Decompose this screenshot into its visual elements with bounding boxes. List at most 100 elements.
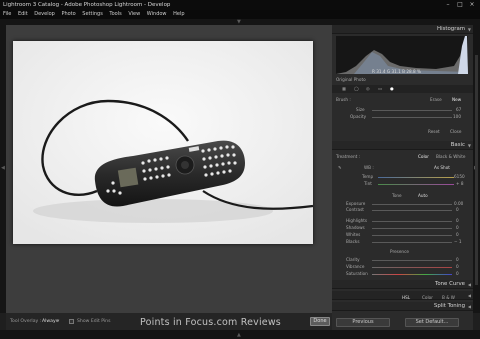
size-label: Size xyxy=(356,107,365,112)
size-slider[interactable] xyxy=(372,110,452,111)
photo-preview[interactable] xyxy=(13,41,313,244)
tone-label: Tone xyxy=(392,193,402,198)
menu-help[interactable]: Help xyxy=(173,11,184,17)
collapse-icon[interactable]: ▼ xyxy=(468,141,471,150)
menu-view[interactable]: View xyxy=(128,11,140,17)
right-panel: Histogram ▼ R 31.4 G 31.1 B 28.8 % Origi… xyxy=(332,25,473,313)
exposure-slider[interactable] xyxy=(372,204,452,205)
menu-settings[interactable]: Settings xyxy=(82,11,103,17)
expand-icon[interactable]: ◀ xyxy=(468,280,471,289)
remote-trigger-photo xyxy=(13,41,313,244)
clarity-slider[interactable] xyxy=(372,260,452,261)
hsl-tab[interactable]: HSL xyxy=(402,293,410,302)
collapse-down-icon[interactable]: ▲ xyxy=(237,332,241,338)
blacks-value: − 1 xyxy=(454,239,462,244)
crop-icon[interactable]: ▦ xyxy=(342,86,346,91)
expand-icon[interactable]: ◀ xyxy=(468,302,471,311)
menu-window[interactable]: Window xyxy=(147,11,167,17)
done-button[interactable]: Done xyxy=(310,317,330,326)
contrast-value: 0 xyxy=(456,207,459,212)
blacks-slider[interactable] xyxy=(372,242,452,243)
bw-tab[interactable]: B & W xyxy=(442,293,455,302)
brush-label: Brush : xyxy=(336,97,351,102)
graduated-filter-icon[interactable]: ▭ xyxy=(378,86,382,91)
histogram-header[interactable]: Histogram ▼ xyxy=(332,25,473,34)
highlights-slider[interactable] xyxy=(372,221,452,222)
show-pins-label: Show Edit Pins xyxy=(77,319,111,324)
previous-button[interactable]: Previous xyxy=(336,318,390,327)
set-default-button[interactable]: Set Default... xyxy=(405,318,459,327)
tool-strip: ▦ ◯ ◎ ▭ ● xyxy=(332,85,473,93)
menu-photo[interactable]: Photo xyxy=(61,11,75,17)
expand-icon[interactable]: ◀ xyxy=(468,291,471,300)
tint-slider[interactable] xyxy=(378,184,454,185)
highlights-label: Highlights xyxy=(346,218,368,223)
opacity-label: Opacity xyxy=(350,114,367,119)
brush-erase[interactable]: Erase xyxy=(430,97,442,102)
opacity-value: 100 xyxy=(453,114,461,119)
whites-label: Whites xyxy=(346,232,361,237)
contrast-slider[interactable] xyxy=(372,210,452,211)
highlights-value: 0 xyxy=(456,218,459,223)
menu-edit[interactable]: Edit xyxy=(18,11,28,17)
hsl-header[interactable]: HSL Color B & W ◀ xyxy=(332,291,473,300)
basic-title: Basic xyxy=(450,142,465,148)
opacity-slider[interactable] xyxy=(372,117,452,118)
treatment-color[interactable]: Color xyxy=(418,154,429,159)
wb-label: WB : xyxy=(364,165,374,170)
minimize-button[interactable]: – xyxy=(442,1,454,9)
brush-new[interactable]: New xyxy=(452,97,461,102)
red-eye-icon[interactable]: ◎ xyxy=(366,86,370,91)
color-tab[interactable]: Color xyxy=(422,293,433,302)
treatment-label: Treatment : xyxy=(336,154,361,159)
tone-curve-title: Tone Curve xyxy=(434,281,465,287)
watermark-text: Points in Focus.com Reviews xyxy=(140,317,281,328)
tone-auto-button[interactable]: Auto xyxy=(418,193,428,198)
saturation-value: 0 xyxy=(456,271,459,276)
size-value: 67 xyxy=(456,107,462,112)
tint-value: + 8 xyxy=(456,181,464,186)
clarity-value: 0 xyxy=(456,257,459,262)
menu-file[interactable]: File xyxy=(3,11,11,17)
saturation-label: Saturation xyxy=(346,271,368,276)
collapse-icon[interactable]: ▼ xyxy=(468,25,471,34)
menu-develop[interactable]: Develop xyxy=(34,11,55,17)
spot-removal-icon[interactable]: ◯ xyxy=(354,86,359,91)
blacks-label: Blacks xyxy=(346,239,360,244)
shadows-slider[interactable] xyxy=(372,228,452,229)
close-button[interactable]: × xyxy=(466,1,478,9)
window-titlebar: Lightroom 3 Catalog - Adobe Photoshop Li… xyxy=(0,0,480,10)
whites-value: 0 xyxy=(456,232,459,237)
exposure-value: 0.00 xyxy=(454,201,464,206)
adjustment-brush-icon[interactable]: ● xyxy=(390,86,394,91)
show-pins-checkbox[interactable] xyxy=(69,319,74,324)
original-photo-label[interactable]: Original Photo xyxy=(336,77,366,82)
vibrance-value: 0 xyxy=(456,264,459,269)
eyedropper-icon[interactable]: ✎ xyxy=(338,165,342,170)
scrollbar[interactable] xyxy=(475,55,478,285)
chevron-down-icon[interactable]: ▾ xyxy=(57,313,59,330)
maximize-button[interactable]: □ xyxy=(454,1,466,9)
filmstrip-collapse[interactable]: ▲ xyxy=(0,330,480,339)
whites-slider[interactable] xyxy=(372,235,452,236)
tool-overlay-select[interactable]: Always xyxy=(42,313,58,330)
clarity-label: Clarity xyxy=(346,257,360,262)
split-toning-header[interactable]: Split Toning ◀ xyxy=(332,302,473,311)
tone-curve-header[interactable]: Tone Curve ◀ xyxy=(332,280,473,289)
expand-left-icon[interactable]: ◀ xyxy=(1,165,5,171)
brush-close[interactable]: Close xyxy=(450,129,461,134)
wb-select[interactable]: As Shot xyxy=(434,165,450,170)
presence-label: Presence xyxy=(390,249,409,254)
brush-reset[interactable]: Reset xyxy=(428,129,440,134)
split-toning-title: Split Toning xyxy=(433,303,465,309)
shadows-value: 0 xyxy=(456,225,459,230)
right-panel-collapse[interactable]: ▶ xyxy=(473,25,480,313)
temp-slider[interactable] xyxy=(378,177,454,178)
menu-tools[interactable]: Tools xyxy=(109,11,121,17)
basic-header[interactable]: Basic ▼ xyxy=(332,141,473,150)
temp-label: Temp xyxy=(362,174,374,179)
saturation-slider[interactable] xyxy=(372,274,452,275)
tint-label: Tint xyxy=(364,181,372,186)
treatment-bw[interactable]: Black & White xyxy=(436,154,465,159)
vibrance-slider[interactable] xyxy=(372,267,452,268)
